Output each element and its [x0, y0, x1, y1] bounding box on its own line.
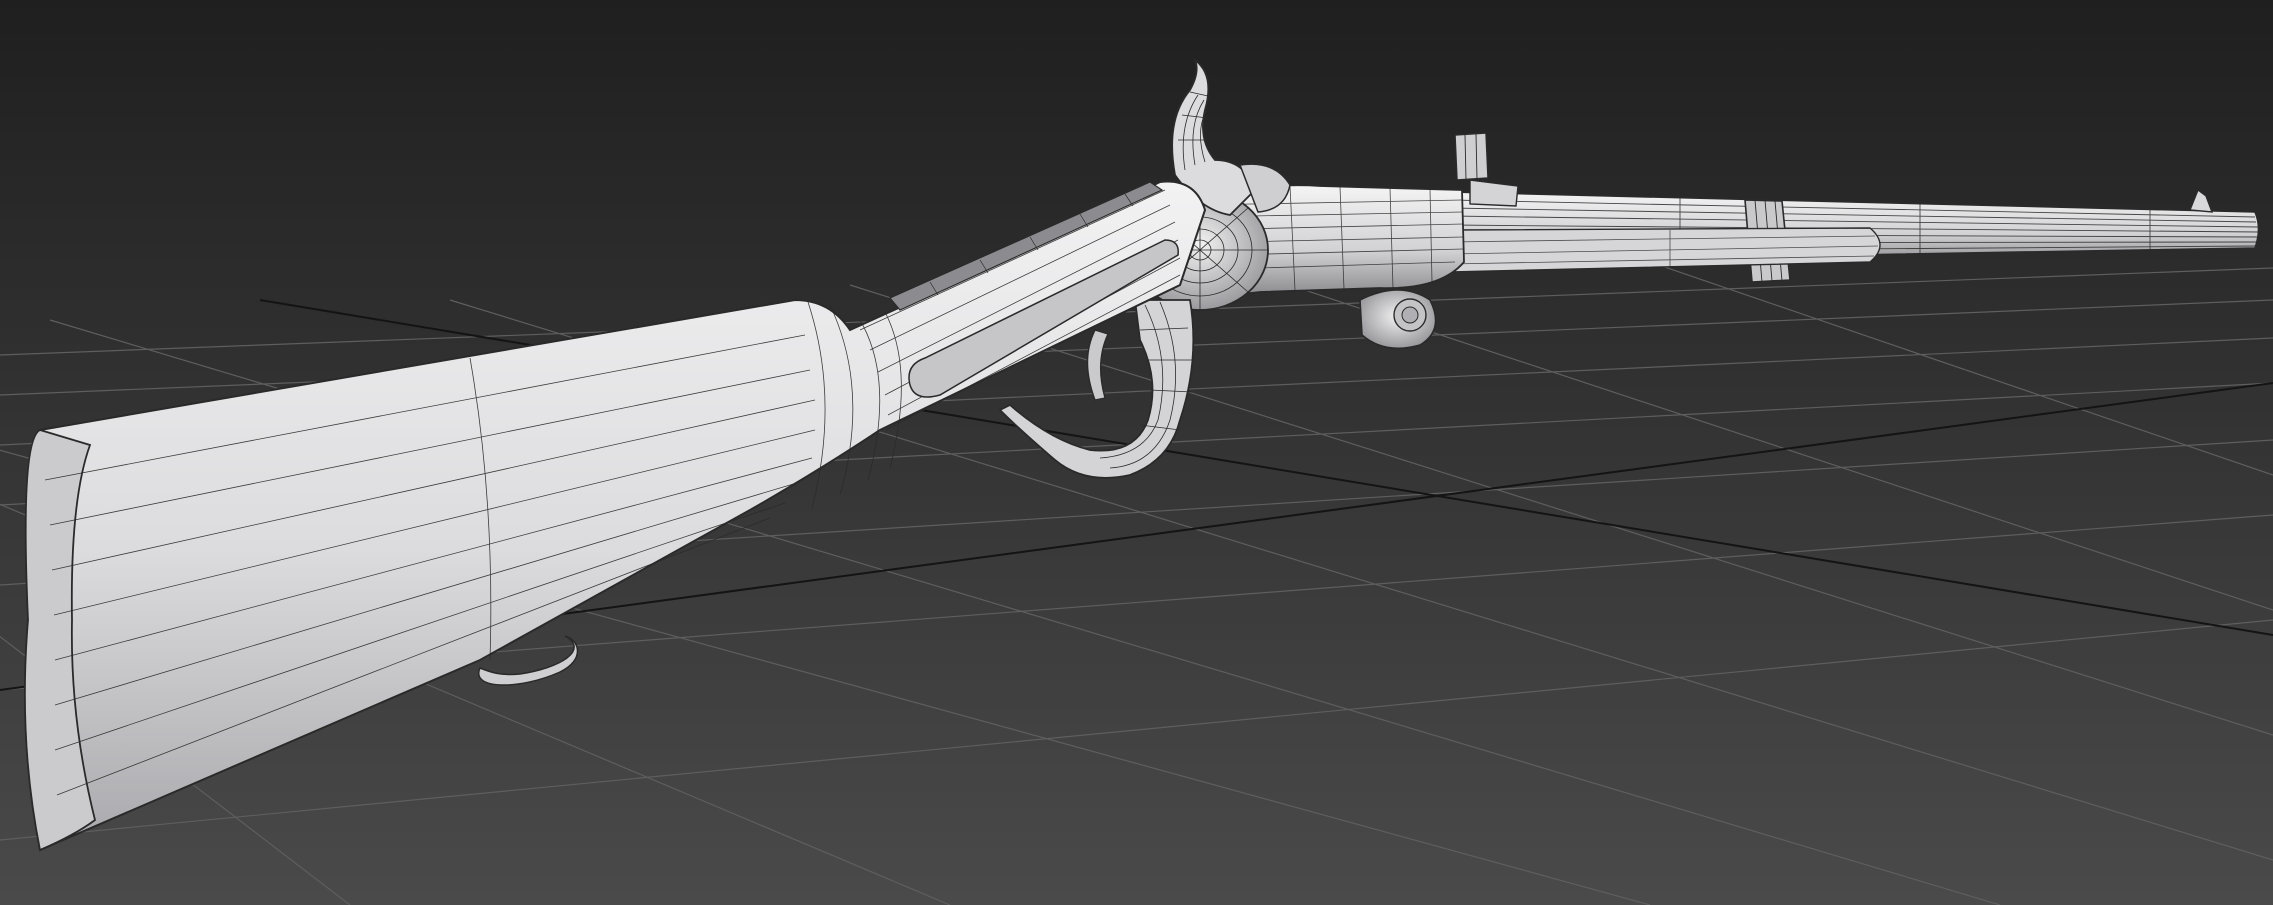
viewport-canvas[interactable]	[0, 0, 2273, 905]
perspective-viewport[interactable]	[0, 0, 2273, 905]
